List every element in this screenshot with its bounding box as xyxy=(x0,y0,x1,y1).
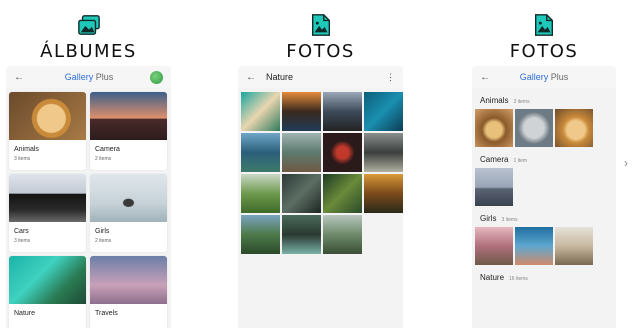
app-title-brand: Gallery xyxy=(64,72,94,82)
avatar[interactable] xyxy=(150,70,163,84)
photo-thumbnail[interactable] xyxy=(475,109,513,147)
photo-thumbnail[interactable] xyxy=(364,174,403,213)
app-title: Nature xyxy=(266,72,294,82)
album-thumbnail xyxy=(9,92,86,140)
photo-grid xyxy=(238,88,403,258)
app-title-brand: Gallery xyxy=(519,72,549,82)
app-title-plus: Plus xyxy=(550,72,569,82)
album-count: 3 items xyxy=(14,238,31,244)
section-row xyxy=(472,223,616,265)
album-card-animals[interactable]: Animals 3 items xyxy=(9,92,86,170)
photo-thumbnail[interactable] xyxy=(475,168,513,206)
album-name: Cars xyxy=(14,228,29,235)
album-card-travels[interactable]: Travels xyxy=(90,256,167,328)
photo-thumbnail[interactable] xyxy=(282,92,321,131)
album-thumbnail xyxy=(90,256,167,304)
app-title-plus: Plus xyxy=(95,72,114,82)
album-count xyxy=(9,317,86,320)
albums-header: ÁLBUMES xyxy=(6,12,171,62)
nature-panel: FOTOS ← Nature ⋮ xyxy=(238,0,403,328)
album-name: Girls xyxy=(95,228,110,235)
photo-thumbnail[interactable] xyxy=(364,133,403,172)
photo-thumbnail[interactable] xyxy=(282,174,321,213)
photo-thumbnail[interactable] xyxy=(323,174,362,213)
app-title: Gallery Plus xyxy=(28,72,150,82)
album-card-girls[interactable]: Girls 2 items xyxy=(90,174,167,252)
section-header-nature: Nature 16 items xyxy=(472,265,616,282)
albums-icon xyxy=(77,15,100,35)
album-count: 2 items xyxy=(95,238,112,244)
album-name: Nature xyxy=(14,310,36,317)
nature-screen: ← Nature ⋮ xyxy=(238,66,403,328)
section-name: Animals xyxy=(480,96,509,105)
app-bar: ← Gallery Plus xyxy=(6,66,171,88)
albums-panel: ÁLBUMES ← Gallery Plus Animals 3 items C… xyxy=(6,0,171,328)
albums-title: ÁLBUMES xyxy=(40,41,137,62)
back-arrow-icon[interactable]: ← xyxy=(480,72,494,83)
album-name: Animals xyxy=(14,146,39,153)
album-name: Camera xyxy=(95,146,120,153)
section-count: 3 items xyxy=(513,99,530,105)
album-card-cars[interactable]: Cars 3 items xyxy=(9,174,86,252)
photo-thumbnail[interactable] xyxy=(515,227,553,265)
photo-thumbnail[interactable] xyxy=(364,92,403,131)
section-header-girls: Girls 3 items xyxy=(472,206,616,223)
gallery-screen: ← Gallery Plus Animals 3 items Camera 1 it… xyxy=(472,66,616,328)
photo-thumbnail[interactable] xyxy=(282,215,321,254)
photo-thumbnail[interactable] xyxy=(555,109,593,147)
gallery-panel: FOTOS ← Gallery Plus Animals 3 items Came… xyxy=(472,0,616,328)
photo-thumbnail[interactable] xyxy=(515,109,553,147)
back-arrow-icon[interactable]: ← xyxy=(246,72,260,83)
photo-thumbnail[interactable] xyxy=(241,92,280,131)
back-arrow-icon[interactable]: ← xyxy=(14,72,28,83)
album-count: 2 items xyxy=(95,156,112,162)
album-count: 3 items xyxy=(14,156,31,162)
album-thumbnail xyxy=(90,174,167,222)
album-thumbnail xyxy=(9,256,86,304)
photo-thumbnail[interactable] xyxy=(323,92,362,131)
section-name: Girls xyxy=(480,214,497,223)
app-bar: ← Nature ⋮ xyxy=(238,66,403,88)
section-count: 3 items xyxy=(501,217,518,223)
photos-title: FOTOS xyxy=(286,41,355,62)
album-thumbnail xyxy=(9,174,86,222)
photo-thumbnail[interactable] xyxy=(241,215,280,254)
photos-header: FOTOS xyxy=(238,12,403,62)
app-bar: ← Gallery Plus xyxy=(472,66,616,88)
section-name: Camera xyxy=(480,155,509,164)
album-card-camera[interactable]: Camera 2 items xyxy=(90,92,167,170)
album-card-nature[interactable]: Nature xyxy=(9,256,86,328)
section-header-camera: Camera 1 item xyxy=(472,147,616,164)
section-count: 16 items xyxy=(509,276,528,282)
chevron-right-icon[interactable]: › xyxy=(624,156,628,170)
photos-header: FOTOS xyxy=(472,12,616,62)
album-thumbnail xyxy=(90,92,167,140)
albums-screen: ← Gallery Plus Animals 3 items Camera 2 … xyxy=(6,66,171,328)
section-row xyxy=(472,164,616,206)
photo-thumbnail[interactable] xyxy=(323,215,362,254)
photos-title: FOTOS xyxy=(509,41,579,62)
section-header-animals: Animals 3 items xyxy=(472,88,616,105)
photo-thumbnail[interactable] xyxy=(241,133,280,172)
photo-thumbnail[interactable] xyxy=(475,227,513,265)
image-file-icon xyxy=(535,14,553,36)
album-count xyxy=(90,317,167,320)
section-row xyxy=(472,105,616,147)
section-name: Nature xyxy=(480,273,505,282)
photo-thumbnail[interactable] xyxy=(555,227,593,265)
album-name: Travels xyxy=(95,310,118,317)
photo-thumbnail[interactable] xyxy=(323,133,362,172)
image-file-icon xyxy=(311,14,330,36)
photo-thumbnail[interactable] xyxy=(241,174,280,213)
app-title: Gallery Plus xyxy=(494,72,594,82)
photo-thumbnail[interactable] xyxy=(282,133,321,172)
more-vert-icon[interactable]: ⋮ xyxy=(385,72,395,83)
section-count: 1 item xyxy=(513,158,528,164)
